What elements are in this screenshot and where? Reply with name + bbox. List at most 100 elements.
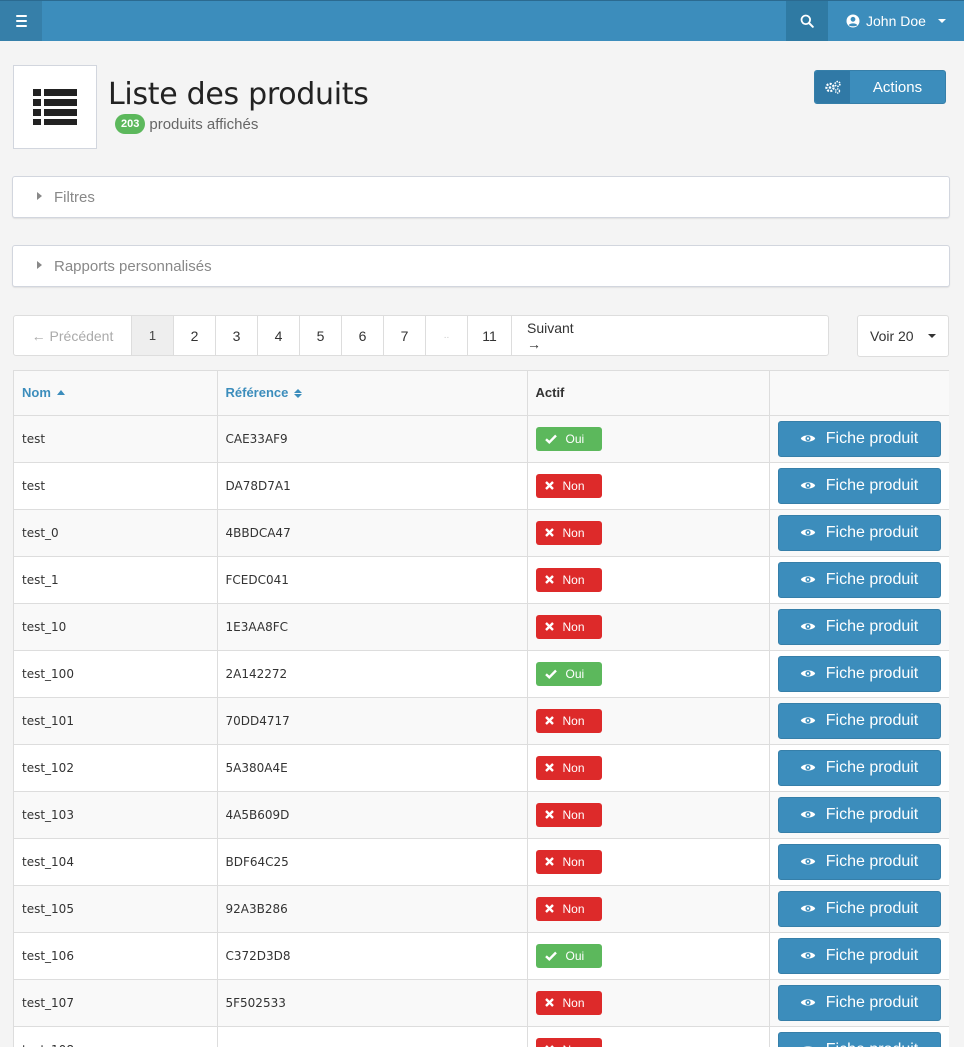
fiche-produit-button[interactable]: Fiche produit <box>777 984 941 1021</box>
product-active-cell: Non <box>527 791 770 839</box>
pagination-page[interactable]: 1 <box>132 316 174 355</box>
fiche-produit-button[interactable]: Fiche produit <box>777 608 941 645</box>
product-reference-cell <box>217 1026 528 1047</box>
pagination-page[interactable]: 3 <box>216 316 258 355</box>
product-action-cell: Fiche produit <box>769 462 949 510</box>
page-title: Liste des produits <box>108 77 369 112</box>
search-button[interactable] <box>786 1 828 41</box>
pagination-page[interactable]: 11 <box>468 316 512 355</box>
product-reference-cell: CAE33AF9 <box>217 415 528 463</box>
fiche-produit-label: Fiche produit <box>825 993 919 1011</box>
status-badge: Non <box>535 567 602 592</box>
status-badge: Non <box>535 708 602 733</box>
close-icon <box>544 763 554 772</box>
product-active-cell: Non <box>527 603 770 651</box>
product-active-cell: Non <box>527 979 770 1027</box>
list-icon <box>33 89 77 125</box>
fiche-produit-button[interactable]: Fiche produit <box>777 514 941 551</box>
product-active-cell: Non <box>527 1026 770 1047</box>
product-reference-cell: 5F502533 <box>217 979 528 1027</box>
chevron-down-icon <box>937 19 946 23</box>
fiche-produit-label: Fiche produit <box>825 805 919 823</box>
pagination-page[interactable]: 2 <box>174 316 216 355</box>
pagination-page[interactable]: 6 <box>342 316 384 355</box>
column-header-reference[interactable]: Référence <box>217 371 528 416</box>
product-action-cell: Fiche produit <box>769 556 949 604</box>
fiche-produit-button[interactable]: Fiche produit <box>777 749 941 786</box>
sidebar-toggle-button[interactable] <box>0 1 42 41</box>
status-badge-label: Non <box>562 854 585 869</box>
product-reference: 4BBDCA47 <box>225 525 291 540</box>
user-circle-icon <box>846 14 860 28</box>
fiche-produit-button[interactable]: Fiche produit <box>777 937 941 974</box>
status-badge-label: Oui <box>565 666 585 681</box>
table-row: test CAE33AF9 Oui Fiche produit <box>14 415 949 463</box>
pagination-page[interactable]: 7 <box>384 316 426 355</box>
fiche-produit-button[interactable]: Fiche produit <box>777 796 941 833</box>
product-reference-cell: FCEDC041 <box>217 556 528 604</box>
product-reference: CAE33AF9 <box>225 431 288 446</box>
table-row: test_103 4A5B609D Non Fiche produit <box>14 791 949 839</box>
product-reference: DA78D7A1 <box>225 478 291 493</box>
fiche-produit-button[interactable]: Fiche produit <box>777 420 941 457</box>
product-active-cell: Non <box>527 556 770 604</box>
status-badge: Non <box>535 614 602 639</box>
status-badge-label: Non <box>563 1043 585 1047</box>
product-name-cell: test <box>14 415 218 463</box>
fiche-produit-button[interactable]: Fiche produit <box>777 1031 941 1047</box>
product-active-cell: Non <box>527 744 770 792</box>
eye-icon <box>800 527 816 538</box>
user-menu-dropdown[interactable]: John Doe <box>828 1 964 41</box>
status-badge-label: Non <box>562 478 585 493</box>
status-badge: Non <box>535 849 602 874</box>
eye-icon <box>800 903 816 914</box>
eye-icon <box>800 950 816 961</box>
pagination-page[interactable]: 5 <box>300 316 342 355</box>
actions-button[interactable]: Actions <box>814 70 946 104</box>
pagination-page[interactable]: 4 <box>258 316 300 355</box>
fiche-produit-button[interactable]: Fiche produit <box>777 702 941 739</box>
status-badge: Non <box>535 473 602 498</box>
product-action-cell: Fiche produit <box>769 697 949 745</box>
per-page-select[interactable]: Voir 20 <box>857 315 949 357</box>
fiche-produit-button[interactable]: Fiche produit <box>777 467 941 504</box>
status-badge: Non <box>535 520 602 545</box>
product-active-cell: Non <box>527 838 770 886</box>
product-active-cell: Oui <box>527 932 770 980</box>
pagination-prev[interactable]: ← Précédent <box>14 316 132 355</box>
product-name: test_10 <box>22 619 67 634</box>
fiche-produit-button[interactable]: Fiche produit <box>777 561 941 598</box>
status-badge: Oui <box>535 661 602 686</box>
column-header-actions <box>769 371 949 416</box>
product-active-cell: Non <box>527 509 770 557</box>
product-reference-cell: 5A380A4E <box>217 744 528 792</box>
table-row: test_101 70DD4717 Non Fiche produit <box>14 697 949 745</box>
fiche-produit-button[interactable]: Fiche produit <box>777 890 941 927</box>
product-name-cell: test_106 <box>14 932 218 980</box>
status-badge-label: Oui <box>565 948 585 963</box>
reports-panel-toggle[interactable]: Rapports personnalisés <box>12 245 950 287</box>
fiche-produit-button[interactable]: Fiche produit <box>777 843 941 880</box>
column-header-nom[interactable]: Nom <box>14 371 218 416</box>
product-action-cell: Fiche produit <box>769 650 949 698</box>
product-reference: FCEDC041 <box>225 572 289 587</box>
close-icon <box>544 857 554 866</box>
product-name: test_100 <box>22 666 74 681</box>
fiche-produit-label: Fiche produit <box>825 711 919 729</box>
product-action-cell: Fiche produit <box>769 791 949 839</box>
product-name-cell: test_1 <box>14 556 218 604</box>
filters-panel-toggle[interactable]: Filtres <box>12 176 950 218</box>
pagination-next[interactable]: Suivant → <box>512 316 588 355</box>
table-row: test_108 Non Fiche produit <box>14 1026 949 1047</box>
product-name-cell: test_102 <box>14 744 218 792</box>
status-badge: Non <box>535 990 602 1015</box>
fiche-produit-button[interactable]: Fiche produit <box>777 655 941 692</box>
fiche-produit-label: Fiche produit <box>825 429 919 447</box>
sort-icon <box>294 389 303 399</box>
product-name-cell: test_105 <box>14 885 218 933</box>
status-badge-label: Non <box>562 807 585 822</box>
product-reference-cell: DA78D7A1 <box>217 462 528 510</box>
table-row: test_105 92A3B286 Non Fiche produit <box>14 885 949 933</box>
products-table-container: Nom Référence Actif test CAE33AF9 Oui Fiche… <box>13 370 949 1047</box>
reports-label: Rapports personnalisés <box>54 257 212 275</box>
